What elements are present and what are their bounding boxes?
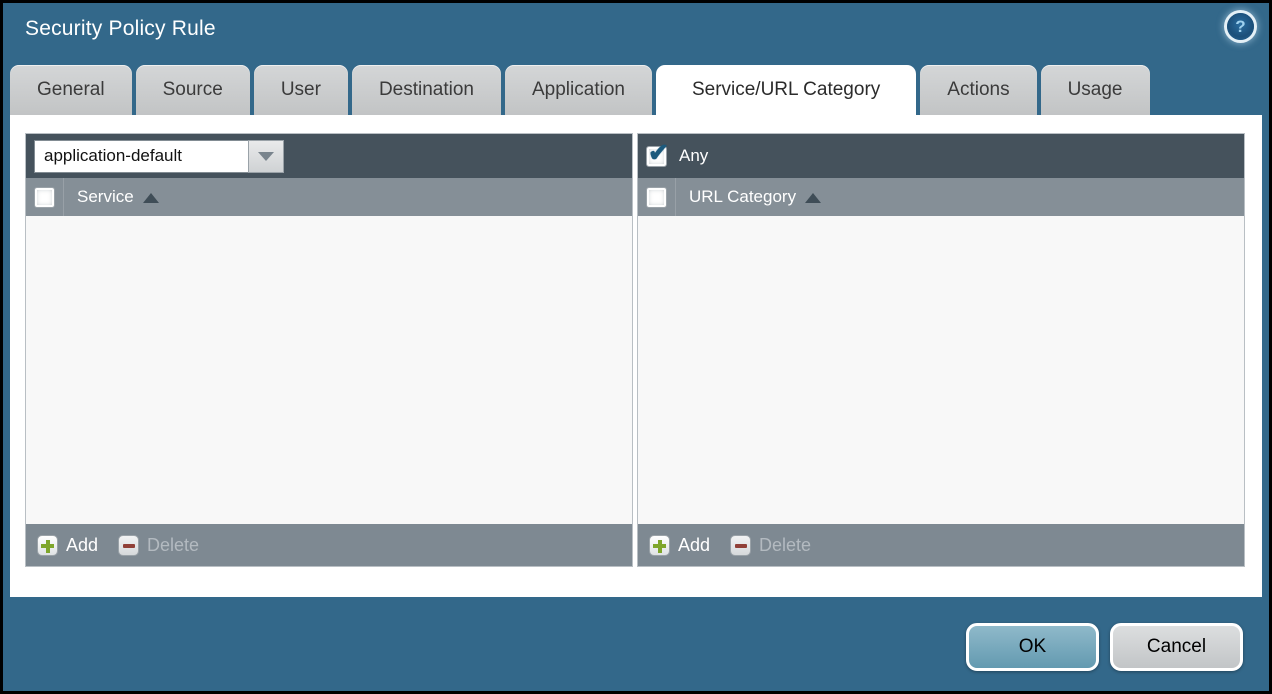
service-column-header: Service: [26, 178, 632, 216]
tab-label: Source: [163, 79, 223, 101]
help-glyph: ?: [1235, 17, 1245, 37]
url-select-all-checkbox[interactable]: [646, 187, 667, 208]
service-panel-toolbar: application-default: [26, 134, 632, 178]
service-add-button[interactable]: Add: [37, 535, 98, 556]
url-category-column-sort[interactable]: URL Category: [676, 187, 821, 207]
service-list-empty: [26, 216, 632, 524]
tab-label: Usage: [1068, 79, 1123, 101]
service-column-label: Service: [77, 187, 134, 207]
tab-actions[interactable]: Actions: [920, 65, 1036, 115]
add-label: Add: [678, 535, 710, 556]
sort-asc-icon: [143, 193, 159, 203]
url-panel-toolbar: ✔ Any: [638, 134, 1244, 178]
url-category-column-header: URL Category: [638, 178, 1244, 216]
tab-bar: General Source User Destination Applicat…: [10, 65, 1262, 115]
url-select-all-cell: [638, 178, 676, 216]
help-icon[interactable]: ?: [1227, 13, 1254, 40]
delete-label: Delete: [759, 535, 811, 556]
url-category-panel: ✔ Any URL Category Add: [637, 133, 1245, 567]
tab-label: Service/URL Category: [692, 79, 880, 101]
tab-destination[interactable]: Destination: [352, 65, 501, 115]
service-column-sort[interactable]: Service: [64, 187, 159, 207]
dialog-title: Security Policy Rule: [25, 17, 216, 41]
tab-general[interactable]: General: [10, 65, 132, 115]
tab-label: Actions: [947, 79, 1009, 101]
tab-application[interactable]: Application: [505, 65, 652, 115]
tab-user[interactable]: User: [254, 65, 348, 115]
checkmark-icon: ✔: [648, 138, 669, 168]
tab-service-url-category[interactable]: Service/URL Category: [656, 65, 916, 121]
service-type-dropdown[interactable]: application-default: [34, 140, 284, 173]
tab-label: Application: [532, 79, 625, 101]
tab-content-area: application-default Service: [10, 115, 1262, 597]
cancel-button[interactable]: Cancel: [1110, 623, 1243, 671]
minus-icon: [118, 535, 139, 556]
service-panel: application-default Service: [25, 133, 633, 567]
tab-label: General: [37, 79, 105, 101]
service-select-all-cell: [26, 178, 64, 216]
security-policy-rule-dialog: Security Policy Rule ? General Source Us…: [0, 0, 1272, 694]
service-select-all-checkbox[interactable]: [34, 187, 55, 208]
chevron-down-icon: [258, 152, 274, 161]
url-category-column-label: URL Category: [689, 187, 796, 207]
service-panel-footer: Add Delete: [26, 524, 632, 566]
minus-icon: [730, 535, 751, 556]
add-label: Add: [66, 535, 98, 556]
ok-button[interactable]: OK: [966, 623, 1099, 671]
service-type-dropdown-button[interactable]: [248, 140, 284, 173]
plus-icon: [37, 535, 58, 556]
sort-asc-icon: [805, 193, 821, 203]
tab-usage[interactable]: Usage: [1041, 65, 1150, 115]
any-checkbox[interactable]: ✔: [646, 146, 667, 167]
url-delete-button[interactable]: Delete: [730, 535, 811, 556]
tab-label: Destination: [379, 79, 474, 101]
tab-source[interactable]: Source: [136, 65, 250, 115]
url-category-list-empty: [638, 216, 1244, 524]
ok-label: OK: [1019, 636, 1046, 658]
service-delete-button[interactable]: Delete: [118, 535, 199, 556]
any-label: Any: [679, 146, 708, 166]
tab-label: User: [281, 79, 321, 101]
url-add-button[interactable]: Add: [649, 535, 710, 556]
delete-label: Delete: [147, 535, 199, 556]
plus-icon: [649, 535, 670, 556]
cancel-label: Cancel: [1147, 636, 1206, 658]
service-type-dropdown-value[interactable]: application-default: [34, 140, 248, 173]
url-panel-footer: Add Delete: [638, 524, 1244, 566]
